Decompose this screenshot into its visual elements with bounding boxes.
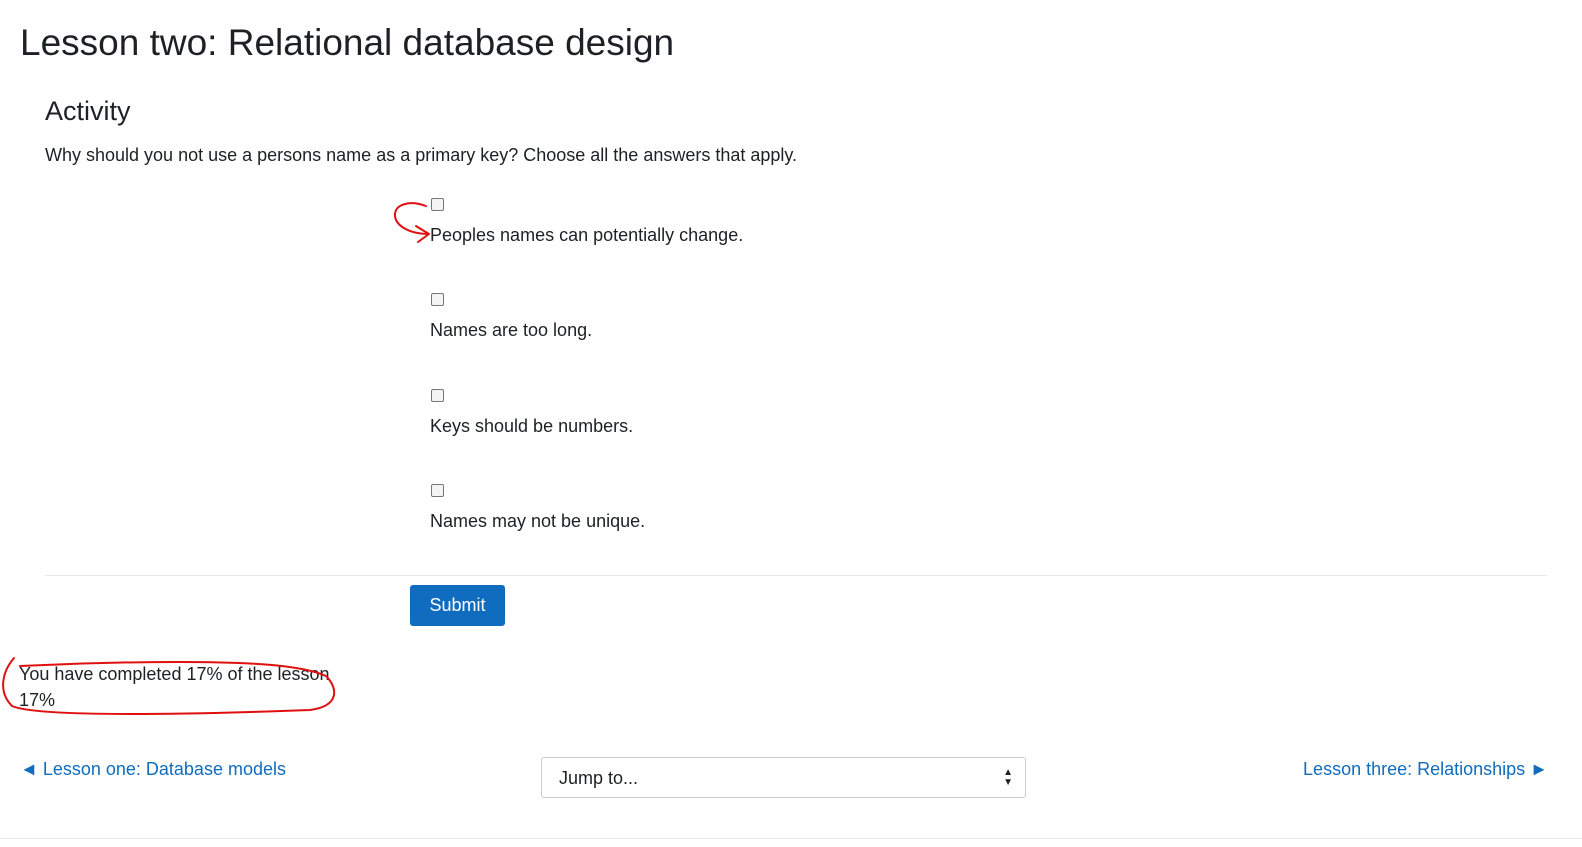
activity-heading: Activity	[45, 96, 131, 126]
progress-text: You have completed 17% of the lesson	[19, 664, 330, 684]
answer-label[interactable]: Peoples names can potentially change.	[430, 223, 930, 247]
answer-checkbox[interactable]	[431, 198, 444, 211]
answer-option: Keys should be numbers.	[430, 389, 930, 438]
jump-to-label: Jump to...	[559, 768, 639, 788]
answer-option: Names may not be unique.	[430, 484, 930, 533]
select-arrows-icon: ▲ ▼	[1003, 767, 1013, 788]
answer-option: Names are too long.	[430, 293, 930, 342]
submit-button[interactable]: Submit	[410, 585, 505, 626]
answer-label[interactable]: Keys should be numbers.	[430, 414, 930, 438]
answer-label[interactable]: Names are too long.	[430, 318, 930, 342]
next-lesson-link[interactable]: Lesson three: Relationships ►	[1303, 757, 1548, 781]
page-title: Lesson two: Relational database design	[20, 22, 675, 63]
answer-checkbox[interactable]	[431, 484, 444, 497]
answer-option: Peoples names can potentially change.	[430, 198, 930, 247]
footer-divider	[0, 838, 1582, 839]
jump-to-select[interactable]: Jump to... ▲ ▼	[541, 757, 1026, 798]
answer-checkbox[interactable]	[431, 293, 444, 306]
previous-lesson-link[interactable]: ◄ Lesson one: Database models	[20, 757, 286, 781]
progress-percent: 17%	[19, 690, 56, 710]
answer-checkbox[interactable]	[431, 389, 444, 402]
question-text: Why should you not use a persons name as…	[45, 145, 798, 165]
form-divider	[45, 575, 1547, 576]
answer-label[interactable]: Names may not be unique.	[430, 509, 930, 533]
